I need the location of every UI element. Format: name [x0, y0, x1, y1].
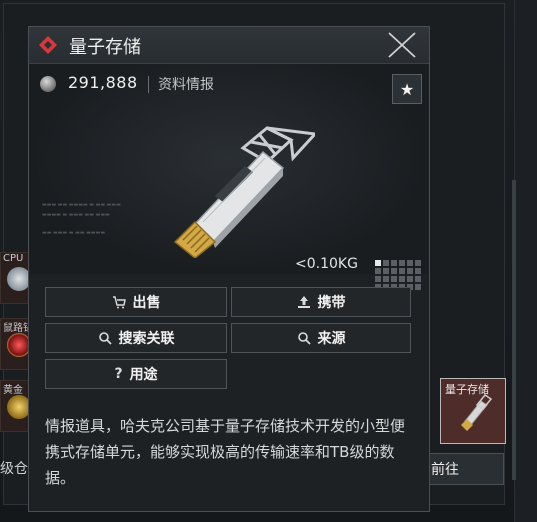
size-grid-cell — [391, 260, 397, 266]
sell-cart-icon — [112, 295, 126, 309]
decorative-lines: ▬▬▬ ▬▬ ▬▬▬▬ ▬ ▬▬ ▬▬▬ — [42, 202, 121, 208]
bottom-left-label: 级仓 — [0, 461, 28, 477]
item-preview: 291,888 资料情报 ★ ▬▬▬ ▬▬ ▬▬▬▬ ▬ ▬▬ ▬▬▬ ▬▬▬▬… — [30, 64, 428, 290]
source-button[interactable]: 来源 — [231, 323, 411, 353]
size-grid-cell — [399, 260, 405, 266]
scrollbar[interactable] — [512, 180, 516, 480]
favorite-button[interactable]: ★ — [392, 74, 422, 104]
carry-button[interactable]: 携带 — [231, 287, 411, 317]
quantum-storage-image — [173, 126, 315, 258]
size-grid-cell — [375, 276, 381, 282]
size-grid-cell — [375, 268, 381, 274]
size-grid-cell — [407, 260, 413, 266]
size-grid-cell — [415, 276, 421, 282]
size-grid-cell — [391, 276, 397, 282]
size-grid-cell — [407, 276, 413, 282]
size-grid-cell — [383, 260, 389, 266]
item-price: 291,888 — [68, 73, 138, 92]
goto-button-label: 前往 — [431, 462, 459, 478]
carry-button-label: 携带 — [317, 295, 346, 311]
right-edge-panel — [514, 0, 537, 522]
search-related-label: 搜索关联 — [118, 331, 175, 347]
star-icon: ★ — [399, 79, 415, 99]
goto-button[interactable]: 前往 — [428, 453, 504, 485]
usage-button-label: 用途 — [129, 367, 158, 383]
decorative-lines: ▬▬ ▬▬▬ ▬ ▬▬ ▬▬▬▬ — [42, 230, 106, 236]
question-icon: ? — [114, 366, 123, 382]
upload-icon — [297, 295, 311, 309]
item-description: 情报道具，哈夫克公司基于量子存储技术开发的小型便携式存储单元，能够实现极高的传输… — [45, 417, 406, 487]
item-detail-dialog: 量子存储 291,888 资料情报 ★ ▬▬▬ ▬▬ ▬▬▬▬ ▬ ▬▬ ▬▬▬… — [28, 26, 430, 512]
sell-button-label: 出售 — [132, 295, 161, 311]
usage-button[interactable]: ? 用途 — [45, 359, 227, 389]
inventory-card-label: CPU — [3, 253, 24, 264]
size-grid-cell — [391, 268, 397, 274]
size-grid-cell — [399, 276, 405, 282]
divider — [148, 76, 149, 93]
dialog-header: 量子存储 — [29, 27, 429, 64]
search-related-button[interactable]: 搜索关联 — [45, 323, 227, 353]
decorative-lines: ▬▬▬▬ ▬ ▬▬▬ ▬▬ ▬▬▬ — [42, 212, 110, 218]
size-grid-cell — [399, 268, 405, 274]
quantum-storage-thumbnail[interactable]: 量子存储 — [440, 378, 506, 444]
size-grid-cell — [407, 268, 413, 274]
item-category: 资料情报 — [158, 77, 214, 93]
dialog-title: 量子存储 — [69, 37, 141, 58]
red-diamond-icon — [39, 36, 57, 54]
size-grid-cell — [383, 268, 389, 274]
magnifier-icon — [98, 331, 112, 345]
size-grid-cell — [415, 260, 421, 266]
magnifier-icon — [297, 331, 311, 345]
close-icon[interactable] — [387, 31, 417, 59]
size-grid-cell — [375, 260, 381, 266]
usb-drive-icon — [461, 393, 493, 431]
source-button-label: 来源 — [317, 331, 346, 347]
size-grid-cell — [415, 284, 421, 290]
size-grid-cell — [415, 268, 421, 274]
sell-button[interactable]: 出售 — [45, 287, 227, 317]
silver-coin-icon — [40, 76, 56, 92]
inventory-card-label: 黄金 — [3, 385, 23, 396]
item-weight: <0.10KG — [295, 256, 358, 272]
size-grid-cell — [383, 276, 389, 282]
